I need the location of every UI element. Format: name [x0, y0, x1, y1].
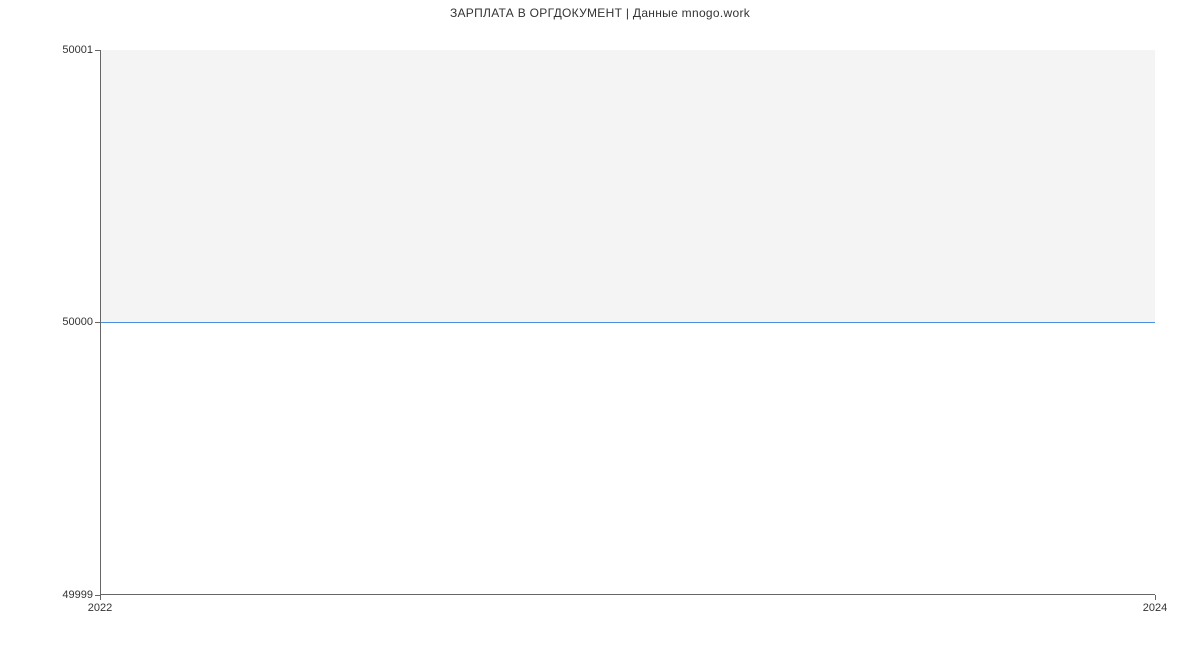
y-tick-label-mid: 50000	[62, 316, 93, 328]
y-tick-label-bottom: 49999	[62, 589, 93, 601]
data-line	[101, 322, 1155, 323]
plot-lower-half	[101, 322, 1155, 594]
x-tick-label-left: 2022	[88, 602, 112, 614]
y-tick-mark	[95, 322, 100, 323]
x-tick-label-right: 2024	[1143, 602, 1167, 614]
x-tick-mark	[100, 595, 101, 600]
x-tick-mark	[1155, 595, 1156, 600]
chart-title: ЗАРПЛАТА В ОРГДОКУМЕНТ | Данные mnogo.wo…	[0, 6, 1200, 20]
plot-area	[100, 50, 1155, 595]
y-tick-label-top: 50001	[62, 44, 93, 56]
y-tick-mark	[95, 50, 100, 51]
